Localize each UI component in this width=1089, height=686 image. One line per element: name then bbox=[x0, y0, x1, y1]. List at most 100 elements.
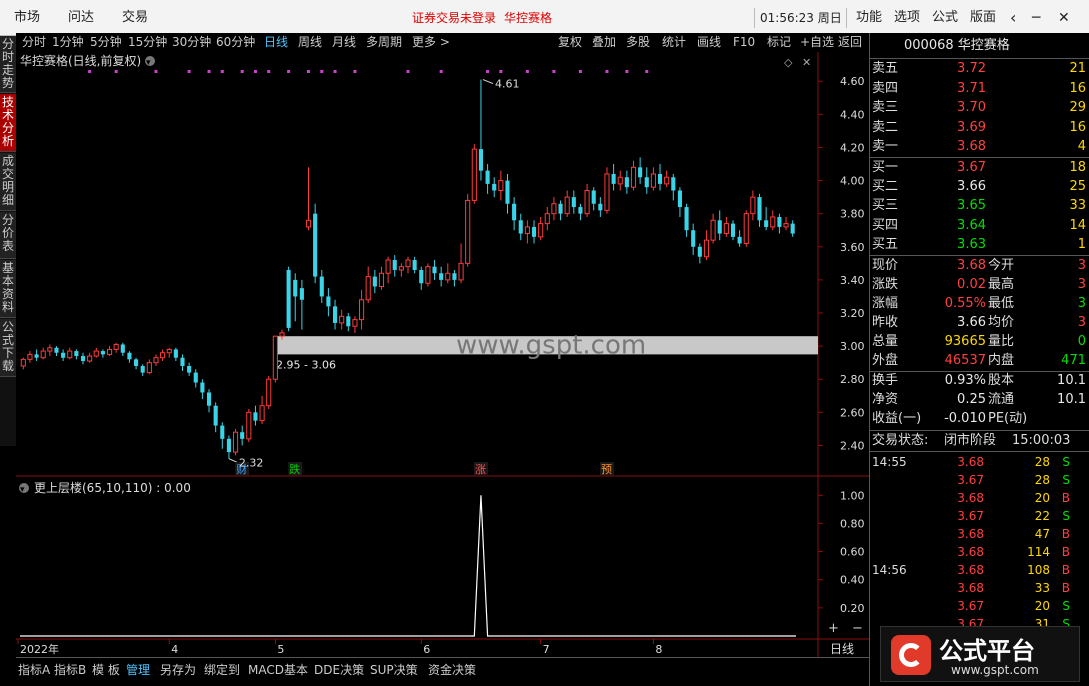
period-1min[interactable]: 1分钟 bbox=[52, 34, 84, 51]
candle-body[interactable] bbox=[313, 213, 318, 277]
candle-body[interactable] bbox=[538, 223, 544, 238]
ask-row[interactable]: 卖三 3.70 29 bbox=[870, 98, 1089, 117]
candle-body[interactable] bbox=[259, 405, 265, 422]
zoom-in-icon[interactable]: + bbox=[828, 621, 839, 636]
candle-body[interactable] bbox=[750, 196, 756, 215]
alert-stock-name[interactable]: 华控赛格 bbox=[504, 0, 552, 36]
candle-body[interactable] bbox=[286, 269, 291, 328]
candle-body[interactable] bbox=[591, 190, 596, 204]
candle-body[interactable] bbox=[611, 173, 616, 184]
menu-layout[interactable]: 版面 bbox=[970, 0, 996, 36]
kline-chart[interactable]: 2.95 - 3.06 www.gspt.com 华控赛格(日线,前复权) ▾ … bbox=[16, 52, 869, 657]
candle-body[interactable] bbox=[777, 216, 782, 227]
menu-trade[interactable]: 交易 bbox=[122, 0, 148, 36]
candle-body[interactable] bbox=[20, 358, 26, 367]
candle-body[interactable] bbox=[127, 352, 132, 360]
candle-body[interactable] bbox=[180, 357, 185, 366]
minimize-icon[interactable]: ─ bbox=[1032, 0, 1040, 36]
period-monthly[interactable]: 月线 bbox=[332, 34, 356, 51]
candle-body[interactable] bbox=[27, 353, 33, 360]
tab-price-table[interactable]: 分价表 bbox=[0, 212, 16, 259]
candle-body[interactable] bbox=[498, 180, 504, 192]
candle-body[interactable] bbox=[671, 177, 676, 191]
fund-decision-tab[interactable]: 资金决策 bbox=[428, 661, 476, 679]
candle-body[interactable] bbox=[617, 176, 623, 185]
draw-line-button[interactable]: 画线 bbox=[697, 34, 721, 51]
candle-body[interactable] bbox=[213, 405, 218, 426]
return-button[interactable]: 返回 bbox=[838, 34, 862, 51]
period-weekly[interactable]: 周线 bbox=[298, 34, 322, 51]
candle-body[interactable] bbox=[332, 306, 338, 323]
statistics-button[interactable]: 统计 bbox=[662, 34, 686, 51]
menu-formula[interactable]: 公式 bbox=[932, 0, 958, 36]
menu-options[interactable]: 选项 bbox=[894, 0, 920, 36]
candle-body[interactable] bbox=[564, 196, 570, 215]
candle-body[interactable] bbox=[598, 203, 603, 211]
candle-body[interactable] bbox=[392, 260, 397, 270]
candle-body[interactable] bbox=[757, 197, 762, 221]
candle-body[interactable] bbox=[524, 226, 530, 235]
candle-body[interactable] bbox=[558, 203, 563, 214]
candle-body[interactable] bbox=[34, 354, 39, 358]
candle-body[interactable] bbox=[657, 173, 663, 184]
candle-body[interactable] bbox=[465, 199, 471, 264]
candle-body[interactable] bbox=[691, 230, 696, 247]
candle-body[interactable] bbox=[664, 176, 670, 185]
candle-body[interactable] bbox=[584, 190, 590, 215]
tab-technical[interactable]: 技术分析 bbox=[0, 94, 16, 152]
candle-body[interactable] bbox=[226, 438, 231, 453]
candle-body[interactable] bbox=[272, 335, 278, 380]
menu-function[interactable]: 功能 bbox=[856, 0, 882, 36]
add-watchlist-button[interactable]: +自选 bbox=[800, 34, 834, 51]
candle-body[interactable] bbox=[385, 259, 391, 274]
candle-body[interactable] bbox=[737, 236, 742, 244]
login-alert[interactable]: 证券交易未登录 bbox=[412, 0, 496, 36]
period-30min[interactable]: 30分钟 bbox=[172, 34, 211, 51]
candle-body[interactable] bbox=[710, 219, 716, 241]
candle-body[interactable] bbox=[485, 170, 490, 184]
close-icon[interactable]: ✕ bbox=[802, 56, 811, 69]
multi-stock-button[interactable]: 多股 bbox=[626, 34, 650, 51]
candle-body[interactable] bbox=[471, 148, 477, 201]
ask-row[interactable]: 卖二 3.69 16 bbox=[870, 118, 1089, 137]
candle-body[interactable] bbox=[100, 351, 105, 355]
candle-body[interactable] bbox=[200, 382, 205, 393]
sup-decision-tab[interactable]: SUP决策 bbox=[370, 661, 418, 679]
candle-body[interactable] bbox=[120, 344, 125, 353]
candle-body[interactable] bbox=[505, 180, 510, 204]
candle-body[interactable] bbox=[266, 378, 272, 407]
candle-body[interactable] bbox=[372, 276, 377, 287]
candle-body[interactable] bbox=[571, 197, 576, 208]
menu-wenda[interactable]: 问达 bbox=[68, 0, 94, 36]
candle-body[interactable] bbox=[544, 213, 550, 225]
ask-row[interactable]: 卖一 3.68 4 bbox=[870, 137, 1089, 156]
macd-basic-tab[interactable]: MACD基本 bbox=[248, 661, 308, 679]
candle-body[interactable] bbox=[339, 315, 345, 324]
candle-body[interactable] bbox=[412, 260, 417, 270]
menu-market[interactable]: 市场 bbox=[14, 0, 40, 36]
candle-body[interactable] bbox=[40, 350, 46, 359]
candle-body[interactable] bbox=[551, 203, 557, 215]
candle-body[interactable] bbox=[173, 349, 178, 358]
manage-tab[interactable]: 管理 bbox=[126, 661, 150, 679]
candle-body[interactable] bbox=[398, 266, 404, 271]
candle-body[interactable] bbox=[293, 279, 298, 297]
candle-body[interactable] bbox=[578, 207, 583, 214]
candle-body[interactable] bbox=[764, 220, 769, 227]
candle-body[interactable] bbox=[644, 177, 649, 188]
candle-body[interactable] bbox=[319, 276, 324, 297]
candle-body[interactable] bbox=[439, 273, 444, 280]
bid-row[interactable]: 买三 3.65 33 bbox=[870, 196, 1089, 215]
candle-body[interactable] bbox=[153, 357, 159, 364]
candle-body[interactable] bbox=[365, 276, 371, 301]
period-60min[interactable]: 60分钟 bbox=[216, 34, 255, 51]
candle-body[interactable] bbox=[279, 332, 285, 337]
candle-body[interactable] bbox=[359, 299, 365, 321]
candle-body[interactable] bbox=[604, 173, 610, 211]
candle-body[interactable] bbox=[419, 269, 424, 284]
candle-body[interactable] bbox=[703, 239, 710, 258]
dde-decision-tab[interactable]: DDE决策 bbox=[314, 661, 364, 679]
save-as-tab[interactable]: 另存为 bbox=[160, 661, 196, 679]
candle-body[interactable] bbox=[518, 220, 523, 234]
candle-body[interactable] bbox=[232, 431, 239, 453]
